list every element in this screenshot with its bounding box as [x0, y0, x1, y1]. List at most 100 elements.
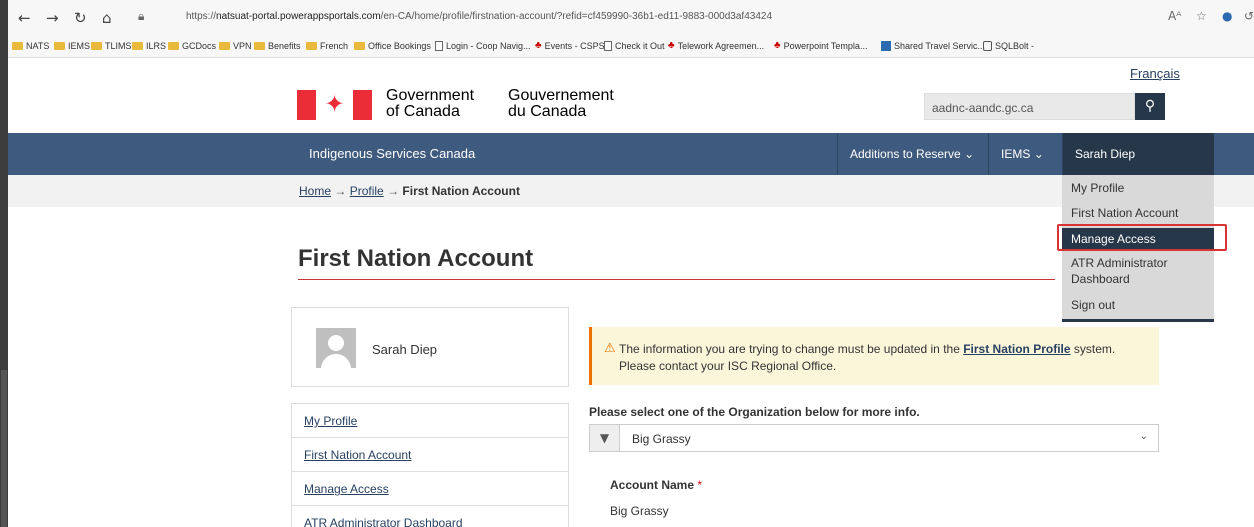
account-name-label-text: Account Name	[610, 478, 695, 492]
window-edge	[0, 0, 8, 527]
read-aloud-icon[interactable]: Aᴬ	[1168, 9, 1181, 23]
page-icon	[604, 41, 612, 51]
url-field[interactable]: https://natsuat-portal.powerappsportals.…	[186, 11, 772, 22]
side-item-atr-admin-dashboard[interactable]: ATR Administrator Dashboard	[292, 506, 568, 527]
bookmark-shared-travel[interactable]: Shared Travel Servic...	[881, 41, 985, 51]
scrollbar-thumb[interactable]	[1, 370, 7, 527]
avatar	[316, 328, 356, 368]
flag-red-bar	[297, 90, 316, 120]
menu-item-label: Dashboard	[1071, 272, 1130, 286]
alert-contact-text: Please contact your ISC Regional Office.	[619, 359, 837, 373]
bookmark-ilrs[interactable]: ILRS	[132, 41, 166, 51]
database-icon	[983, 41, 992, 51]
nav-iems[interactable]: IEMS ⌄	[988, 133, 1056, 175]
bookmark-vpn[interactable]: VPN	[219, 41, 252, 51]
site-info-icon[interactable]: 🔒︎	[138, 9, 144, 24]
extension-icon[interactable]: ●	[1222, 9, 1232, 23]
site-title[interactable]: Indigenous Services Canada	[309, 146, 475, 161]
bookmark-label: Benefits	[268, 41, 301, 51]
bookmark-login-coop[interactable]: Login - Coop Navig...	[435, 41, 531, 51]
organization-selected-value: Big Grassy	[632, 432, 691, 446]
bookmark-telework[interactable]: ♣ Telework Agreemen...	[668, 41, 765, 52]
profile-card: Sarah Diep	[291, 307, 569, 387]
side-item-label: ATR Administrator Dashboard	[304, 516, 463, 527]
url-path: /en-CA/home/profile/firstnation-account/…	[380, 11, 773, 22]
alert-text: The information you are trying to change…	[619, 342, 964, 356]
side-menu: My Profile First Nation Account Manage A…	[291, 403, 569, 527]
bookmark-label: Shared Travel Servic...	[894, 41, 986, 51]
signature-fr-line1: Gouvernement	[508, 87, 614, 104]
bookmark-label: IEMS	[68, 41, 91, 51]
flag-red-bar	[353, 90, 372, 120]
menu-item-sign-out[interactable]: Sign out	[1071, 297, 1115, 313]
nav-additions-to-reserve[interactable]: Additions to Reserve ⌄	[837, 133, 986, 175]
menu-item-atr-admin-dashboard[interactable]: ATR Administrator Dashboard	[1071, 255, 1167, 287]
signature-french: Gouvernement du Canada	[508, 88, 614, 120]
breadcrumb-home[interactable]: Home	[299, 184, 331, 198]
forward-arrow-icon[interactable]: →	[46, 9, 59, 27]
home-icon[interactable]: ⌂	[102, 9, 112, 27]
nav-label: Sarah Diep	[1075, 147, 1136, 161]
side-item-my-profile[interactable]: My Profile	[292, 404, 568, 438]
search-button[interactable]: ⚲	[1135, 93, 1165, 120]
back-arrow-icon[interactable]: ←	[18, 9, 31, 27]
nav-label: Additions to Reserve	[850, 147, 961, 161]
side-item-label: First Nation Account	[304, 448, 412, 462]
bookmark-label: French	[320, 41, 349, 51]
bookmarks-bar: NATS IEMS TLIMS ILRS GCDocs VPN Benefits…	[8, 36, 1254, 58]
signature-en-line1: Government	[386, 87, 475, 104]
page-icon	[435, 41, 443, 51]
bookmark-benefits[interactable]: Benefits	[254, 41, 301, 51]
language-toggle-link[interactable]: Français	[1130, 66, 1180, 81]
favorite-star-icon[interactable]: ☆	[1196, 9, 1207, 23]
alert-text: system.	[1070, 342, 1116, 356]
title-underline	[298, 279, 1055, 280]
bookmark-tlims[interactable]: TLIMS	[91, 41, 132, 51]
bookmark-label: NATS	[26, 41, 50, 51]
chevron-down-icon: ⌄	[1139, 431, 1148, 442]
side-item-manage-access[interactable]: Manage Access	[292, 472, 568, 506]
signature-fr-line2: du Canada	[508, 103, 587, 120]
organization-select[interactable]: ▼ Big Grassy ⌄	[589, 424, 1159, 452]
menu-item-my-profile[interactable]: My Profile	[1071, 180, 1124, 196]
chevron-down-icon: ⌄	[964, 147, 975, 161]
warning-icon: ⚠	[604, 341, 616, 356]
signature-english: Government of Canada	[386, 88, 474, 120]
nav-user-menu[interactable]: Sarah Diep	[1062, 133, 1214, 175]
menu-item-label: ATR Administrator	[1071, 256, 1168, 270]
breadcrumb-profile[interactable]: Profile	[350, 184, 384, 198]
side-item-label: Manage Access	[304, 482, 389, 496]
bookmark-office-bookings[interactable]: Office Bookings	[354, 41, 431, 51]
breadcrumb-current: First Nation Account	[402, 184, 520, 198]
site-search-input[interactable]: aadnc-aandc.gc.ca	[924, 93, 1135, 120]
bookmark-iems[interactable]: IEMS	[54, 41, 90, 51]
folder-icon	[254, 42, 265, 50]
side-item-first-nation-account[interactable]: First Nation Account	[292, 438, 568, 472]
folder-icon	[91, 42, 102, 50]
folder-icon	[219, 42, 230, 50]
maple-leaf-icon: ✦	[324, 91, 345, 118]
avatar-head	[328, 335, 344, 351]
url-prefix: https://	[186, 11, 217, 22]
bookmark-nats[interactable]: NATS	[12, 41, 49, 51]
bookmark-gcdocs[interactable]: GCDocs	[168, 41, 216, 51]
url-host: natsuat-portal.powerappsportals.com	[216, 11, 381, 22]
bookmark-french[interactable]: French	[306, 41, 348, 51]
breadcrumb-separator: →	[387, 184, 400, 198]
menu-item-first-nation-account[interactable]: First Nation Account	[1071, 205, 1178, 221]
bookmark-powerpoint[interactable]: ♣ Powerpoint Templa...	[774, 41, 868, 52]
first-nation-profile-link[interactable]: First Nation Profile	[963, 342, 1070, 356]
annotation-highlight-box	[1057, 224, 1227, 251]
bookmark-events-csps[interactable]: ♣ Events - CSPS	[535, 41, 605, 52]
page-title: First Nation Account	[298, 245, 534, 272]
profile-sync-icon[interactable]: ↺	[1244, 9, 1254, 23]
bookmark-sqlbolt[interactable]: SQLBolt -	[983, 41, 1034, 51]
reload-icon[interactable]: ↻	[74, 9, 87, 27]
bookmark-check-it-out[interactable]: Check it Out	[604, 41, 665, 51]
canada-flag-icon: ✦	[297, 90, 372, 120]
bookmark-label: Login - Coop Navig...	[446, 41, 531, 51]
bookmark-label: GCDocs	[182, 41, 217, 51]
bookmark-label: Powerpoint Templa...	[783, 41, 868, 51]
bookmark-label: Telework Agreemen...	[677, 41, 765, 51]
side-item-label: My Profile	[304, 414, 358, 428]
